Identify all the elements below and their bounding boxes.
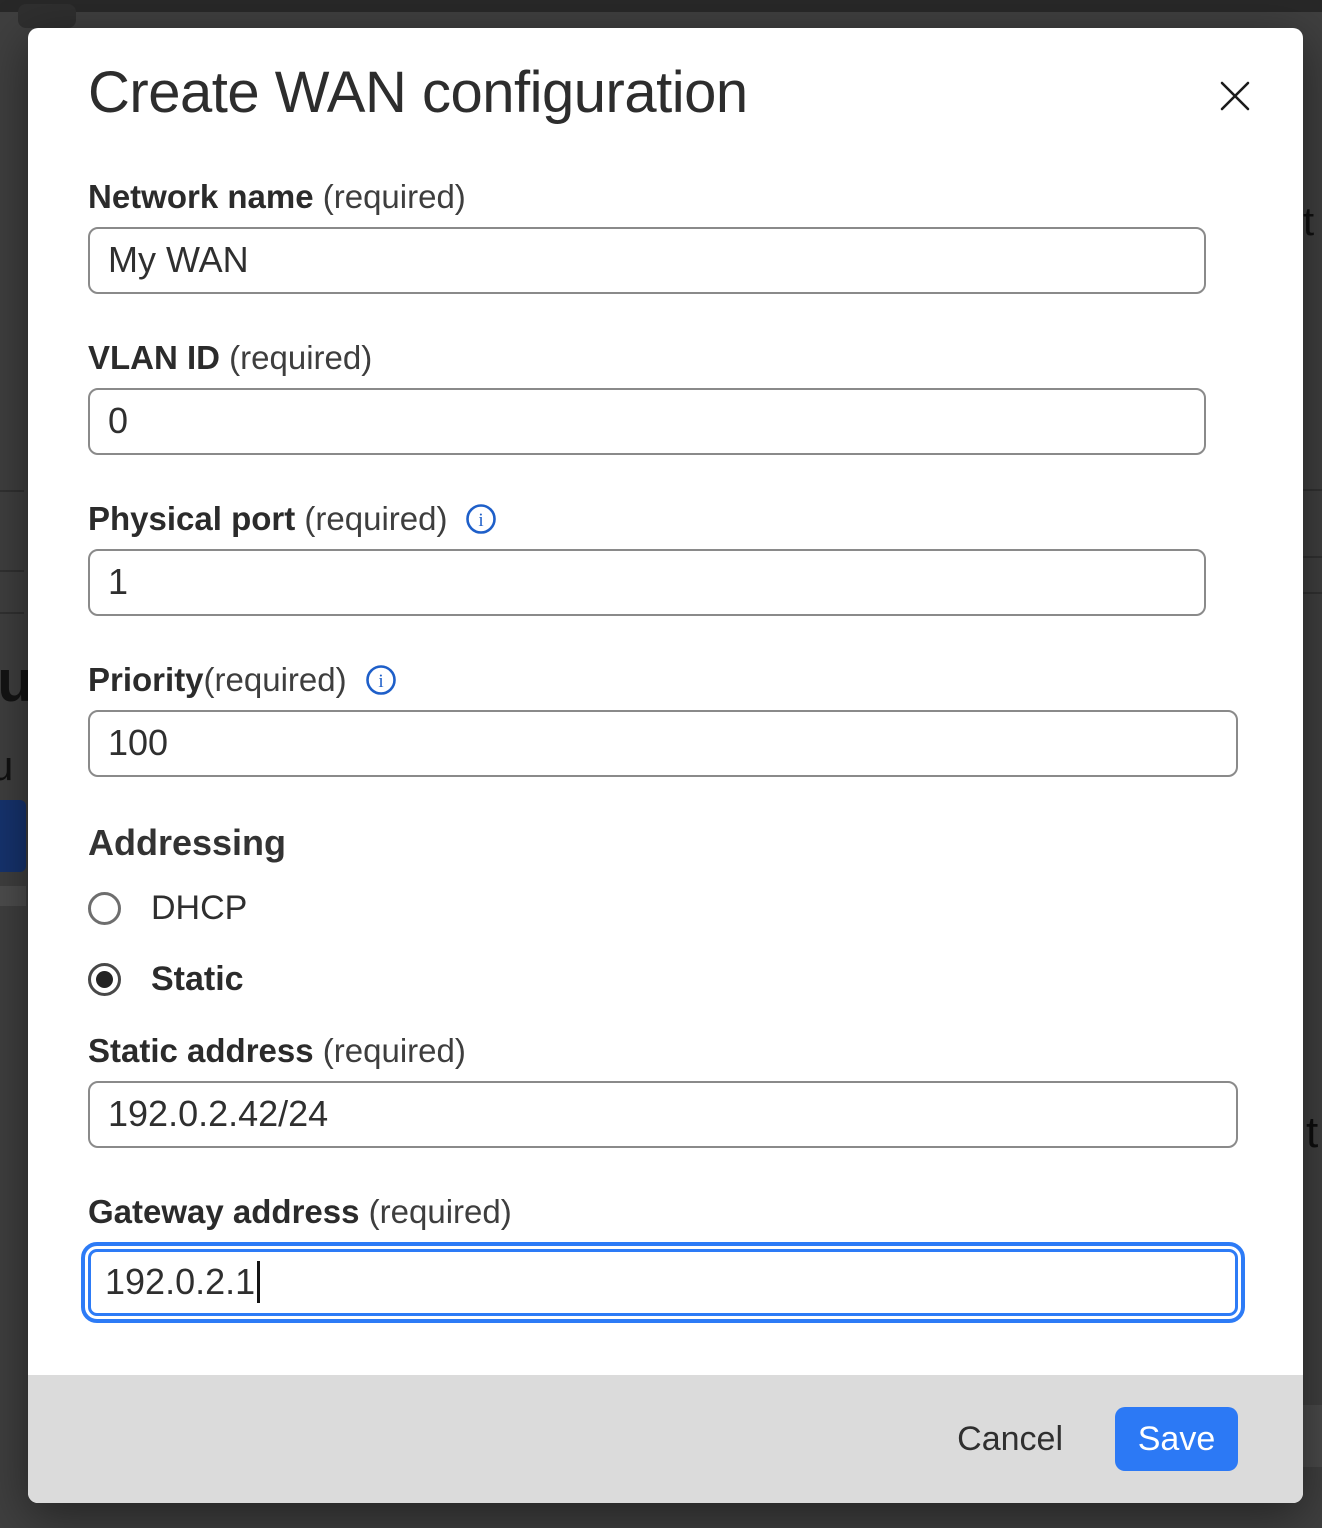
static-address-input[interactable] [88,1081,1238,1148]
svg-text:i: i [479,510,484,531]
gateway-address-input[interactable]: 192.0.2.1 [88,1249,1238,1316]
gateway-address-value: 192.0.2.1 [105,1261,255,1303]
network-name-input[interactable] [88,227,1206,294]
physical-port-info-icon[interactable]: i [465,503,497,535]
vlan-id-input[interactable] [88,388,1206,455]
background-button-fragment [0,800,26,872]
background-table-line [1300,592,1322,594]
radio-dhcp-label: DHCP [151,889,247,928]
background-table-line [0,612,24,614]
radio-dot [96,971,113,988]
background-text-fragment: t l [1303,200,1322,245]
background-fragment [0,886,26,906]
background-text-fragment: u [0,742,13,790]
background-text-fragment: t [1306,1108,1322,1158]
priority-info-icon[interactable]: i [365,664,397,696]
radio-dhcp[interactable]: DHCP [88,889,1243,928]
background-row-fragment [1303,1405,1322,1467]
background-table-line [0,490,24,492]
background-window-fragment [18,4,76,28]
background-table-line [1300,489,1322,491]
dialog-title: Create WAN configuration [88,58,1243,129]
radio-static-label: Static [151,960,244,999]
close-button[interactable] [1211,72,1259,120]
gateway-address-focus-ring: 192.0.2.1 [81,1242,1245,1323]
cancel-button[interactable]: Cancel [953,1412,1067,1467]
radio-selected-icon [88,963,121,996]
svg-text:i: i [378,671,383,692]
dialog-footer: Cancel Save [28,1375,1303,1503]
priority-input[interactable] [88,710,1238,777]
create-wan-dialog: Create WAN configuration Network name (r… [28,28,1303,1503]
background-table-line [0,570,24,572]
save-button[interactable]: Save [1115,1407,1238,1471]
close-icon [1215,76,1255,116]
text-cursor [257,1261,260,1303]
static-address-label: Static address (required) [88,1031,1243,1071]
radio-unselected-icon [88,892,121,925]
physical-port-label: Physical port (required)i [88,499,1243,539]
priority-label: Priority(required)i [88,660,1243,700]
network-name-label: Network name (required) [88,177,1243,217]
gateway-address-label: Gateway address (required) [88,1192,1243,1232]
addressing-heading: Addressing [88,821,1243,865]
physical-port-input[interactable] [88,549,1206,616]
radio-static[interactable]: Static [88,960,1243,999]
background-table-line [1300,556,1322,558]
vlan-id-label: VLAN ID (required) [88,338,1243,378]
background-top-strip [0,0,1322,12]
